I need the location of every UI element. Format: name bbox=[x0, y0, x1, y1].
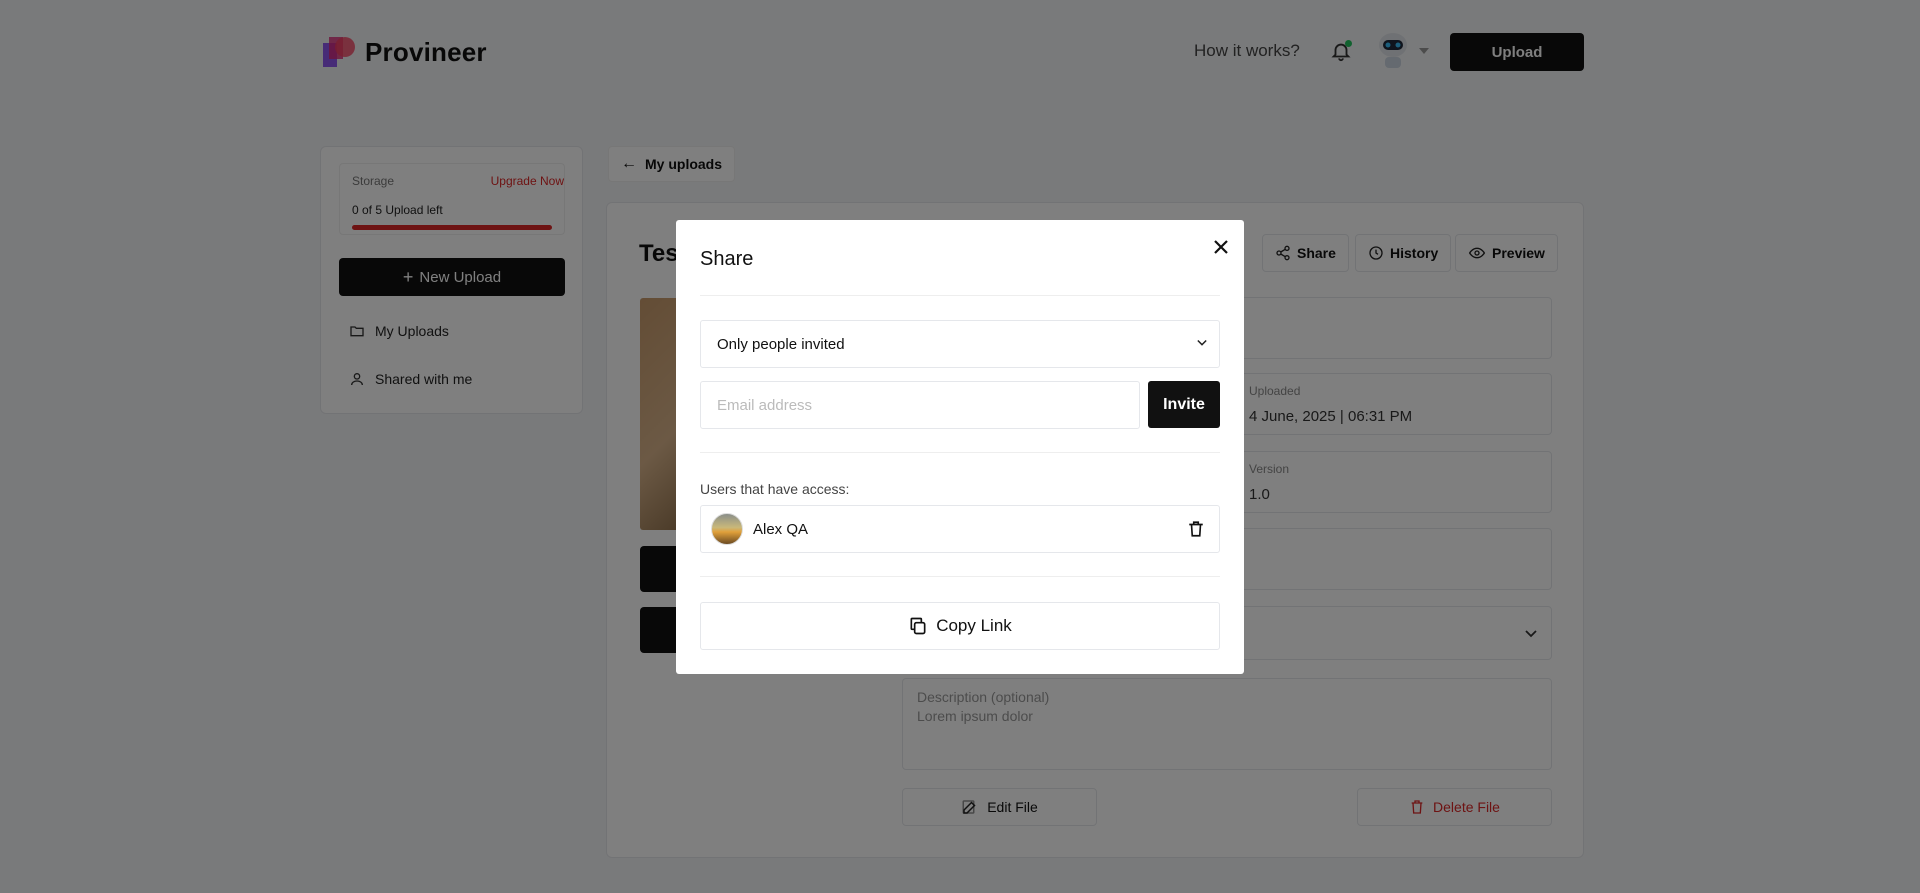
users-access-label: Users that have access: bbox=[700, 481, 850, 497]
close-icon[interactable] bbox=[1210, 236, 1232, 258]
access-select[interactable]: Only people invited bbox=[700, 320, 1220, 368]
divider bbox=[700, 452, 1220, 453]
share-modal: Share Only people invited Invite Users t… bbox=[676, 220, 1244, 674]
trash-icon[interactable] bbox=[1187, 519, 1205, 539]
divider bbox=[700, 295, 1220, 296]
divider bbox=[700, 576, 1220, 577]
copy-link-button[interactable]: Copy Link bbox=[700, 602, 1220, 650]
copy-link-label: Copy Link bbox=[936, 616, 1012, 635]
email-input[interactable] bbox=[700, 381, 1140, 429]
user-name: Alex QA bbox=[753, 520, 809, 538]
access-select-value: Only people invited bbox=[717, 335, 845, 353]
invite-button[interactable]: Invite bbox=[1148, 381, 1220, 428]
copy-icon bbox=[910, 617, 926, 635]
chevron-down-icon bbox=[1197, 339, 1207, 346]
modal-title: Share bbox=[700, 248, 754, 270]
avatar bbox=[711, 513, 743, 545]
list-item: Alex QA bbox=[700, 505, 1220, 553]
